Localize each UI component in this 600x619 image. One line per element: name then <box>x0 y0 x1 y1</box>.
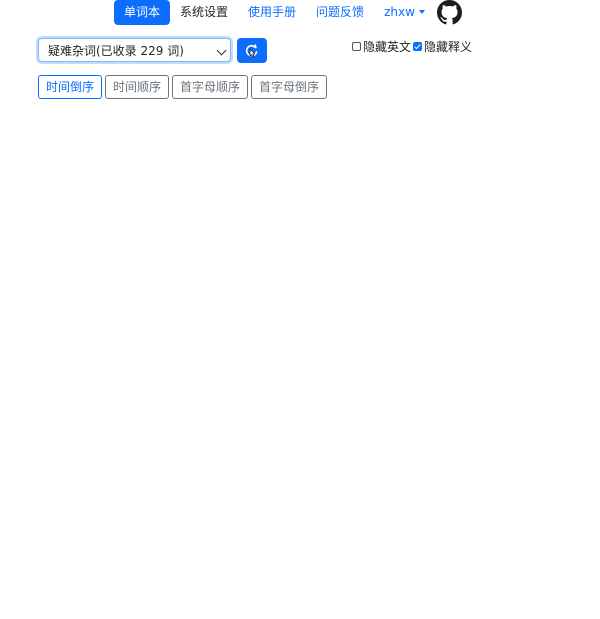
wordbook-select-value: 疑难杂词(已收录 229 词) <box>48 43 184 58</box>
nav-feedback[interactable]: 问题反馈 <box>306 0 374 25</box>
hide-meaning-label[interactable]: 隐藏释义 <box>424 38 472 55</box>
github-icon[interactable] <box>436 0 462 25</box>
sort-alpha-desc-button[interactable]: 首字母倒序 <box>251 75 328 99</box>
hide-english-checkbox[interactable] <box>352 41 361 51</box>
sort-alpha-asc-button[interactable]: 首字母顺序 <box>172 75 249 99</box>
sort-time-desc-button[interactable]: 时间倒序 <box>38 75 103 99</box>
sort-button-group: 时间倒序 时间顺序 首字母顺序 首字母倒序 <box>38 75 330 99</box>
hide-meaning-checkbox[interactable] <box>413 41 423 51</box>
nav-user-dropdown[interactable]: zhxw <box>374 0 435 25</box>
nav-wordbook[interactable]: 单词本 <box>114 0 171 25</box>
chevron-down-icon <box>216 45 227 56</box>
nav-manual[interactable]: 使用手册 <box>238 0 306 25</box>
top-nav: 单词本 系统设置 使用手册 问题反馈 zhxw <box>114 0 462 25</box>
sort-time-asc-button[interactable]: 时间顺序 <box>105 75 170 99</box>
hide-english-label[interactable]: 隐藏英文 <box>363 38 411 55</box>
refresh-button[interactable] <box>237 38 267 63</box>
display-toggles: 隐藏英文 隐藏释义 <box>352 38 474 54</box>
wordbook-select[interactable]: 疑难杂词(已收录 229 词) <box>38 38 231 62</box>
refresh-icon <box>245 44 258 58</box>
nav-settings[interactable]: 系统设置 <box>170 0 238 25</box>
